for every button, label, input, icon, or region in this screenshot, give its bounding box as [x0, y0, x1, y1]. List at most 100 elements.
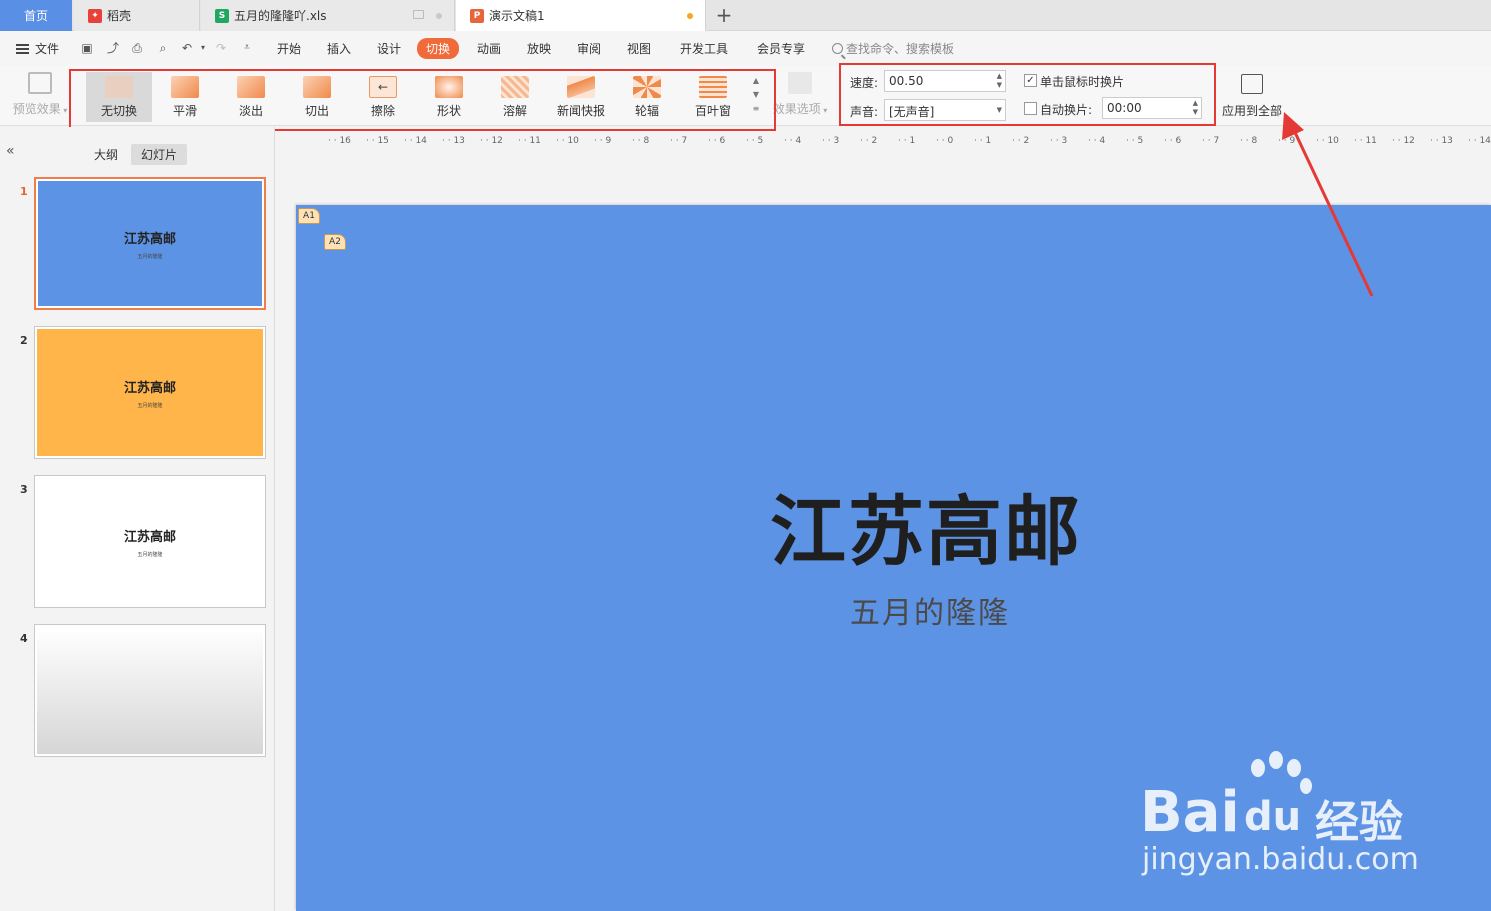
slide-thumbnail-2[interactable]: 江苏高邮 五月的隆隆 [34, 326, 266, 459]
collapse-panel-icon[interactable]: « [6, 143, 15, 159]
animation-badge-a2[interactable]: A2 [324, 234, 346, 250]
slide-number: 4 [20, 632, 28, 645]
slide-thumb-title: 江苏高邮 [123, 380, 176, 396]
effect-options-label: 效果选项 [772, 102, 821, 116]
tab-label: 五月的隆隆吖.xls [234, 9, 327, 23]
ruler-tick-label: · · 2 [860, 136, 878, 146]
tab-docer[interactable]: ✦ 稻壳 [74, 0, 200, 31]
ruler-tick-label: · · 11 [518, 136, 541, 146]
ruler-tick-label: · · 4 [784, 136, 802, 146]
save-icon[interactable]: ▣ [80, 41, 94, 55]
menu-developer[interactable]: 开发工具 [680, 40, 728, 57]
menu-icon [16, 43, 29, 54]
ruler-tick-label: · · 6 [708, 136, 726, 146]
preview-effect-button[interactable]: 预览效果 ▾ [10, 70, 70, 117]
watermark-du: du [1244, 794, 1302, 840]
slide-thumbnail-1[interactable]: 江苏高邮 五月的隆隆 [34, 177, 266, 310]
ruler-tick-label: · · 6 [1164, 136, 1182, 146]
search-placeholder: 查找命令、搜索模板 [846, 42, 955, 56]
slide-thumbnail-4[interactable] [34, 624, 266, 757]
ruler-tick-label: · · 13 [1430, 136, 1453, 146]
watermark-bai: Bai [1140, 780, 1240, 845]
file-label: 文件 [35, 42, 60, 56]
menu-home[interactable]: 开始 [277, 40, 301, 57]
redo-icon[interactable]: ↷ [214, 41, 228, 55]
menu-review[interactable]: 审阅 [577, 40, 601, 57]
ruler-tick-label: · · 7 [1202, 136, 1220, 146]
menu-member[interactable]: 会员专享 [757, 40, 805, 57]
undo-icon[interactable]: ↶ [180, 41, 194, 55]
new-tab-button[interactable]: + [712, 3, 736, 27]
highlight-timing [839, 63, 1216, 126]
slide-number: 3 [20, 483, 28, 496]
unsaved-dot [687, 13, 693, 19]
baidu-watermark: Bai du 经验 jingyan.baidu.com [1140, 750, 1420, 890]
spreadsheet-icon: S [215, 8, 229, 23]
slide-thumb-title: 江苏高邮 [123, 231, 176, 247]
slide-thumb-subtitle: 五月的隆隆 [137, 551, 163, 558]
command-search[interactable]: 查找命令、搜索模板 [832, 40, 954, 57]
docer-icon: ✦ [88, 8, 102, 23]
tab-label: 演示文稿1 [489, 9, 545, 23]
ruler-tick-label: · · 3 [822, 136, 840, 146]
ruler-tick-label: · · 10 [556, 136, 579, 146]
ruler-tick-label: · · 1 [898, 136, 916, 146]
ruler-tick-label: · · 9 [594, 136, 612, 146]
slide-thumb-title: 江苏高邮 [123, 529, 176, 545]
menu-design[interactable]: 设计 [377, 40, 401, 57]
effect-options-button[interactable]: 效果选项 ▾ [770, 70, 830, 117]
ruler-tick-label: · · 1 [974, 136, 992, 146]
ruler-tick-label: · · 14 [1468, 136, 1491, 146]
slide-panel: « 大纲 幻灯片 1 江苏高邮 五月的隆隆 2 江苏高邮 五月的隆隆 3 江苏高… [0, 127, 275, 911]
slide-thumbnail-3[interactable]: 江苏高邮 五月的隆隆 [34, 475, 266, 608]
ruler-tick-label: · · 7 [670, 136, 688, 146]
preview-label: 预览效果 [12, 102, 61, 116]
export-icon[interactable]: ⤴ [106, 41, 120, 55]
print-icon[interactable]: ⎙ [130, 41, 144, 55]
watermark-url: jingyan.baidu.com [1142, 842, 1419, 877]
slide-title[interactable]: 江苏高邮 [770, 470, 1082, 580]
slide-subtitle[interactable]: 五月的隆隆 [850, 588, 1010, 632]
menu-slideshow[interactable]: 放映 [527, 40, 551, 57]
ruler-tick-label: · · 13 [442, 136, 465, 146]
apply-all-icon [1241, 74, 1263, 94]
tab-slides[interactable]: 幻灯片 [131, 144, 188, 165]
highlight-gallery [69, 69, 776, 131]
file-menu[interactable]: 文件 [16, 40, 59, 57]
ruler-tick-label: · · 12 [480, 136, 503, 146]
ruler-tick-label: · · 12 [1392, 136, 1415, 146]
tab-bar: 首页 ✦ 稻壳 S 五月的隆隆吖.xls P 演示文稿1 + [0, 0, 1491, 31]
animation-badge-a1[interactable]: A1 [298, 208, 320, 224]
window-icon[interactable] [413, 10, 424, 19]
tab-presentation[interactable]: P 演示文稿1 [456, 0, 706, 31]
menu-view[interactable]: 视图 [627, 40, 651, 57]
ruler-tick-label: · · 8 [632, 136, 650, 146]
menu-insert[interactable]: 插入 [327, 40, 351, 57]
tab-status-dot [436, 13, 442, 19]
tab-label: 稻壳 [107, 9, 132, 23]
search-icon [832, 43, 843, 54]
slide-thumb-subtitle: 五月的隆隆 [137, 253, 163, 260]
effect-options-icon [788, 72, 812, 94]
ruler-tick-label: · · 15 [366, 136, 389, 146]
ruler-tick-label: · · 5 [1126, 136, 1144, 146]
ruler-tick-label: · · 2 [1012, 136, 1030, 146]
menu-animation[interactable]: 动画 [477, 40, 501, 57]
watermark-jingyan: 经验 [1315, 797, 1403, 848]
slide-number: 2 [20, 334, 28, 347]
slide-thumb-subtitle: 五月的隆隆 [137, 402, 163, 409]
undo-dropdown-icon[interactable]: ▾ [196, 41, 210, 55]
print-preview-icon[interactable]: ⌕ [156, 41, 170, 55]
ruler-tick-label: · · 16 [328, 136, 351, 146]
customize-dropdown-icon[interactable]: ⩡ [240, 41, 254, 55]
annotation-arrow [1282, 112, 1374, 297]
ruler-tick-label: · · 14 [404, 136, 427, 146]
ruler-tick-label: · · 3 [1050, 136, 1068, 146]
tab-outline[interactable]: 大纲 [84, 144, 128, 165]
tab-home[interactable]: 首页 [0, 0, 72, 31]
tab-spreadsheet[interactable]: S 五月的隆隆吖.xls [201, 0, 455, 31]
ruler-tick-label: · · 8 [1240, 136, 1258, 146]
ruler-tick-label: · · 5 [746, 136, 764, 146]
menu-transition[interactable]: 切换 [417, 38, 460, 59]
menu-bar: 文件 ▣ ⤴ ⎙ ⌕ ↶ ▾ ↷ ⩡ 开始 插入 设计 切换 动画 放映 审阅 … [0, 31, 1491, 66]
